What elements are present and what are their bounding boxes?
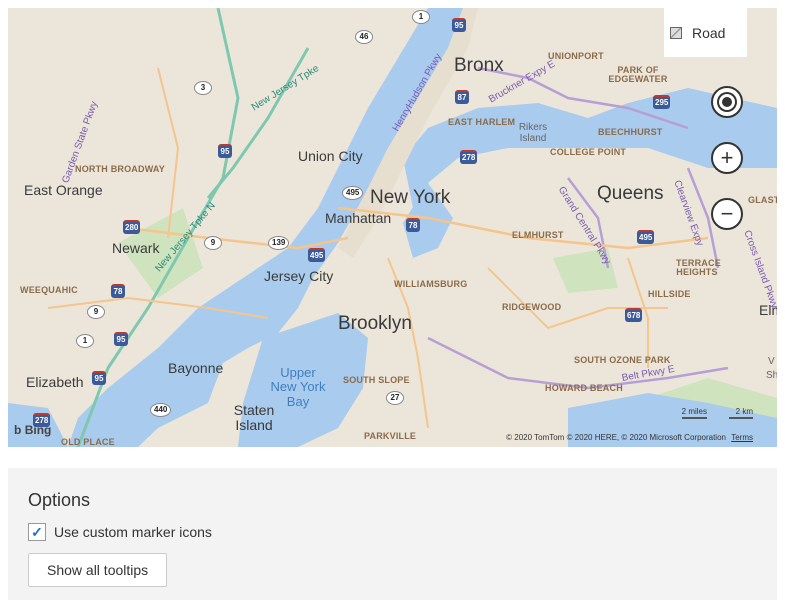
terms-link[interactable]: Terms: [731, 433, 753, 442]
label-ridgewood: RIDGEWOOD: [502, 302, 562, 312]
label-bayonne: Bayonne: [168, 360, 224, 376]
interstate-shield: 95: [114, 332, 128, 346]
route-shield: 1: [76, 334, 94, 348]
label-cut-v: V: [768, 356, 775, 367]
route-shield: 3: [194, 81, 212, 95]
label-beechhurst: BEECHHURST: [598, 127, 663, 137]
interstate-shield: 95: [218, 144, 232, 158]
label-newark: Newark: [112, 240, 160, 256]
custom-marker-label: Use custom marker icons: [54, 524, 212, 540]
copyright-notice: © 2020 TomTom © 2020 HERE, © 2020 Micros…: [506, 433, 753, 442]
label-rikers-island: Rikers Island: [518, 122, 548, 144]
route-shield: 27: [386, 391, 404, 405]
show-all-tooltips-button[interactable]: Show all tooltips: [28, 553, 168, 587]
bing-logo: b Bing: [14, 423, 51, 437]
minus-icon: −: [720, 201, 734, 226]
checkmark-icon: ✓: [31, 523, 43, 540]
label-east-orange: East Orange: [24, 182, 103, 198]
label-upper-new-york-bay: Upper New York Bay: [270, 365, 326, 409]
label-east-harlem: EAST HARLEM: [448, 117, 516, 127]
road-style-icon: [670, 26, 682, 39]
route-shield: 9: [204, 236, 222, 250]
label-north-broadway: NORTH BROADWAY: [75, 164, 165, 174]
label-brooklyn: Brooklyn: [338, 313, 412, 334]
interstate-shield: 280: [123, 220, 141, 234]
label-elmhurst: ELMHURST: [512, 230, 564, 240]
interstate-shield: 678: [625, 308, 643, 322]
options-title: Options: [28, 490, 91, 510]
interstate-shield: 295: [653, 95, 671, 109]
interstate-shield: 95: [452, 18, 466, 32]
scale-bar: 2 miles 2 km: [681, 407, 753, 419]
label-jersey-city: Jersey City: [264, 268, 334, 284]
bing-b-icon: b: [14, 423, 22, 437]
label-south-ozone-park: SOUTH OZONE PARK: [574, 355, 671, 365]
interstate-shield: 87: [455, 90, 469, 104]
route-shield: 1: [412, 10, 430, 24]
label-queens: Queens: [597, 183, 664, 204]
label-weequahic: WEEQUAHIC: [20, 285, 78, 295]
locate-icon: [722, 97, 732, 107]
label-williamsburg: WILLIAMSBURG: [394, 279, 468, 289]
map-view[interactable]: Bronx New York Queens Brooklyn Manhattan…: [8, 8, 777, 447]
label-cut-sh: Sh: [766, 370, 777, 381]
label-parkville: PARKVILLE: [364, 431, 417, 441]
plus-icon: +: [720, 145, 734, 170]
label-park-of-edgewater: PARK OF EDGEWATER: [608, 65, 668, 84]
map-style-button[interactable]: Road: [664, 8, 747, 57]
route-shield: 9: [87, 305, 105, 319]
custom-marker-checkbox[interactable]: ✓: [28, 523, 46, 541]
scale-miles: 2 miles: [681, 407, 707, 419]
label-new-york: New York: [370, 187, 451, 208]
interstate-shield: 495: [308, 248, 326, 262]
label-manhattan: Manhattan: [325, 210, 392, 226]
route-shield: 46: [355, 30, 373, 44]
label-bronx: Bronx: [454, 55, 504, 76]
scale-km: 2 km: [729, 407, 753, 419]
interstate-shield: 78: [406, 218, 420, 232]
zoom-in-button[interactable]: +: [711, 142, 743, 174]
zoom-out-button[interactable]: −: [711, 198, 743, 230]
interstate-shield: 95: [92, 371, 106, 385]
custom-marker-option[interactable]: ✓ Use custom marker icons: [28, 523, 757, 541]
bing-label: Bing: [24, 423, 52, 437]
copyright-text: © 2020 TomTom © 2020 HERE, © 2020 Micros…: [506, 433, 726, 442]
interstate-shield: 495: [637, 230, 655, 244]
label-hillside: HILLSIDE: [648, 289, 691, 299]
label-unionport: UNIONPORT: [548, 51, 604, 61]
interstate-shield: 278: [460, 150, 478, 164]
my-location-button[interactable]: [711, 86, 743, 118]
interstate-shield: 78: [111, 284, 125, 298]
label-terrace-heights: TERRACE HEIGHTS: [676, 258, 721, 277]
options-panel: Options ✓ Use custom marker icons Show a…: [8, 468, 777, 600]
label-elizabeth: Elizabeth: [26, 374, 84, 390]
label-glasto: GLASTO: [748, 195, 777, 205]
map-style-label: Road: [692, 24, 726, 41]
label-south-slope: SOUTH SLOPE: [343, 375, 410, 385]
label-howard-beach: HOWARD BEACH: [545, 383, 623, 393]
label-union-city: Union City: [298, 148, 363, 164]
label-old-place: OLD PLACE: [61, 437, 115, 447]
label-college-point: COLLEGE POINT: [550, 147, 627, 157]
